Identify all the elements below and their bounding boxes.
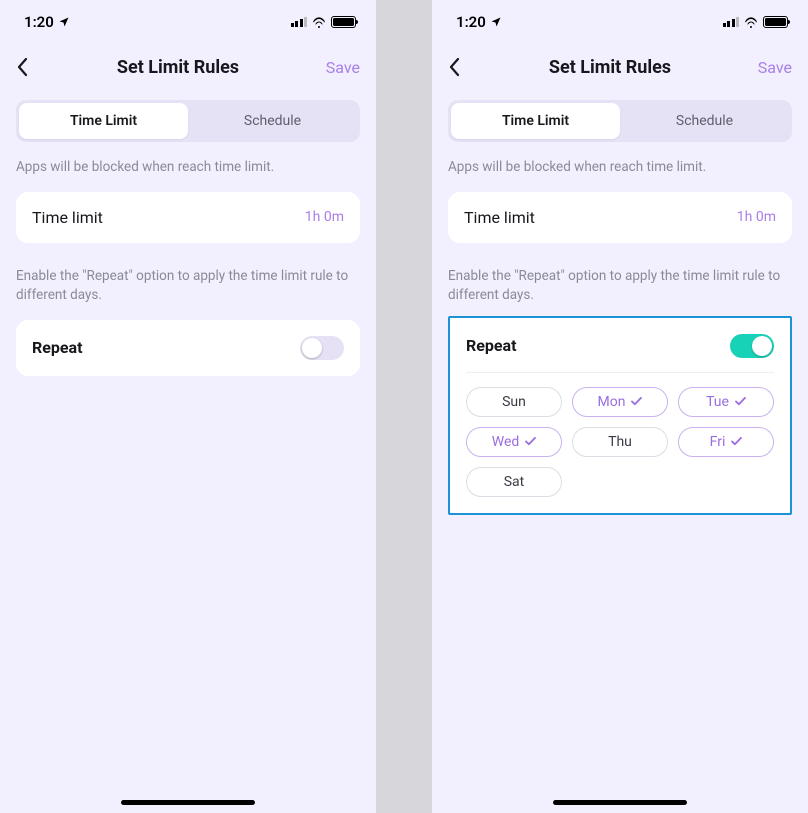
time-limit-card[interactable]: Time limit 1h 0m [448, 192, 792, 243]
hint-time-limit: Apps will be blocked when reach time lim… [432, 142, 808, 178]
screen-right: 1:20 Set Limit Rules Save Time Limit Sch… [432, 0, 808, 813]
cellular-icon [723, 17, 740, 27]
day-mon[interactable]: Mon [572, 387, 668, 417]
status-time: 1:20 [456, 13, 486, 31]
nav-bar: Set Limit Rules Save [432, 44, 808, 90]
home-indicator [121, 800, 255, 805]
cellular-icon [291, 17, 308, 27]
divider [466, 372, 774, 373]
day-label: Fri [710, 434, 726, 450]
day-wed[interactable]: Wed [466, 427, 562, 457]
screen-left: 1:20 Set Limit Rules Save Time Limit Sch… [0, 0, 376, 813]
hint-repeat: Enable the "Repeat" option to apply the … [0, 243, 376, 306]
wifi-icon [743, 16, 759, 28]
page-title: Set Limit Rules [117, 57, 239, 78]
hint-time-limit: Apps will be blocked when reach time lim… [0, 142, 376, 178]
back-button[interactable] [448, 57, 472, 77]
home-indicator [553, 800, 687, 805]
tab-time-limit[interactable]: Time Limit [19, 103, 188, 139]
status-bar: 1:20 [432, 0, 808, 44]
repeat-toggle[interactable] [300, 336, 344, 360]
repeat-toggle[interactable] [730, 334, 774, 358]
day-label: Tue [706, 394, 729, 410]
battery-icon [763, 16, 788, 28]
segmented-control: Time Limit Schedule [448, 100, 792, 142]
repeat-label: Repeat [466, 336, 517, 355]
time-limit-value: 1h 0m [305, 209, 344, 225]
page-title: Set Limit Rules [549, 57, 671, 78]
day-tue[interactable]: Tue [678, 387, 774, 417]
tab-time-limit[interactable]: Time Limit [451, 103, 620, 139]
segmented-control: Time Limit Schedule [16, 100, 360, 142]
day-sat[interactable]: Sat [466, 467, 562, 497]
day-sun[interactable]: Sun [466, 387, 562, 417]
location-icon [58, 16, 70, 28]
repeat-card: Repeat [16, 320, 360, 376]
day-picker: Sun Mon Tue Wed Thu Fri Sat [466, 387, 774, 497]
day-label: Wed [492, 434, 520, 450]
day-thu[interactable]: Thu [572, 427, 668, 457]
time-limit-value: 1h 0m [737, 209, 776, 225]
status-bar: 1:20 [0, 0, 376, 44]
check-icon [525, 437, 536, 446]
time-limit-label: Time limit [32, 208, 103, 227]
time-limit-card[interactable]: Time limit 1h 0m [16, 192, 360, 243]
check-icon [731, 437, 742, 446]
day-label: Sat [504, 474, 525, 490]
day-fri[interactable]: Fri [678, 427, 774, 457]
repeat-card: Repeat Sun Mon Tue Wed Thu Fri Sat [448, 316, 792, 515]
back-button[interactable] [16, 57, 40, 77]
tab-schedule[interactable]: Schedule [188, 103, 357, 139]
day-label: Thu [608, 434, 632, 450]
status-time: 1:20 [24, 13, 54, 31]
check-icon [735, 397, 746, 406]
battery-icon [331, 16, 356, 28]
tab-schedule[interactable]: Schedule [620, 103, 789, 139]
hint-repeat: Enable the "Repeat" option to apply the … [432, 243, 808, 306]
repeat-label: Repeat [32, 338, 83, 357]
location-icon [490, 16, 502, 28]
check-icon [631, 397, 642, 406]
day-label: Sun [502, 394, 526, 410]
day-label: Mon [598, 394, 626, 410]
save-button[interactable]: Save [748, 58, 792, 77]
wifi-icon [311, 16, 327, 28]
time-limit-label: Time limit [464, 208, 535, 227]
save-button[interactable]: Save [316, 58, 360, 77]
nav-bar: Set Limit Rules Save [0, 44, 376, 90]
